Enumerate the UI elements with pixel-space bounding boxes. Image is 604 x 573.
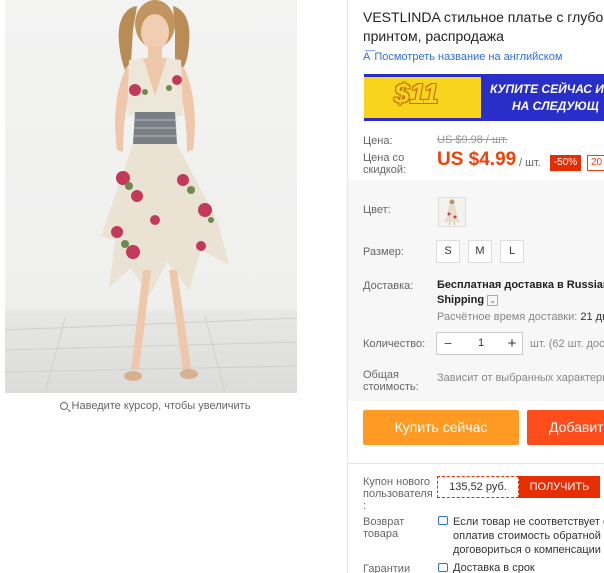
color-label: Цвет: [363,204,391,216]
size-option-m[interactable]: M [468,240,492,263]
quantity-input[interactable]: 1 [467,333,495,354]
size-option-s[interactable]: S [436,240,460,263]
buy-now-button[interactable]: Купить сейчас [363,410,519,445]
section-divider [348,463,604,464]
swatch-thumbnail [444,199,460,226]
price-label: Цена: [363,135,393,147]
total-label: Общая стоимость: [363,369,419,393]
get-coupon-button[interactable]: ПОЛУЧИТЬ [519,476,600,498]
chevron-down-icon[interactable]: ⌄ [487,295,499,306]
zoom-hint: Наведите курсор, чтобы увеличить [0,400,310,412]
color-swatch[interactable] [438,197,466,227]
translate-title-link[interactable]: A͞ Посмотреть название на английском [363,51,562,63]
product-title: VESTLINDA стильное платье с глубоким при… [363,8,604,46]
quantity-label: Количество: [363,338,426,350]
discount-badge: -50% [550,155,581,171]
shipping-method[interactable]: Бесплатная доставка в Russian F Shipping… [437,278,604,308]
price-unit: / шт. [519,157,541,169]
guarantee-label: Гарантии [363,563,411,573]
add-to-cart-button[interactable]: Добавит [527,410,604,445]
total-value: Зависит от выбранных характери [437,372,604,384]
size-option-l[interactable]: L [500,240,524,263]
guarantee-text: Доставка в срок [453,562,535,573]
discount-price-label: Цена со скидкой: [363,152,407,176]
guarantee-icon [438,563,448,572]
coupon-label: Купон нового пользователя : [363,476,433,512]
original-price: US $9.98 / шт. [437,134,508,146]
extra-badge: 20 [587,155,604,171]
product-title-line1: VESTLINDA стильное платье с глубоким [363,9,604,25]
banner-text-line2: НА СЛЕДУЮЩ [512,99,599,113]
shipping-label: Доставка: [363,280,414,292]
banner-text-line1: КУПИТЕ СЕЙЧАС И [490,82,604,96]
quantity-decrease-button[interactable]: − [437,333,459,354]
dress-model-illustration [5,0,297,393]
promo-banner[interactable]: $11 КУПИТЕ СЕЙЧАС И НА СЛЕДУЮЩ [364,74,604,121]
returns-label: Возврат товара [363,516,405,540]
quantity-stepper: − 1 + [436,332,523,355]
product-image[interactable] [5,0,297,393]
translate-icon: A͞ [363,51,371,63]
coupon-amount: 135,52 руб. [437,476,519,498]
quantity-increase-button[interactable]: + [501,333,523,354]
magnifier-icon [59,402,68,410]
quantity-available: шт. (62 шт. дос [530,338,604,350]
product-title-line2: принтом, распродажа [363,28,504,44]
discounted-price: US $4.99 [437,149,517,170]
banner-amount: $11 [394,78,439,109]
returns-description: Если товар не соответствует о оплатив ст… [453,516,604,556]
return-info-icon [438,516,448,525]
size-label: Размер: [363,246,404,258]
delivery-estimate: Расчётное время доставки: 21 дн [437,311,604,323]
